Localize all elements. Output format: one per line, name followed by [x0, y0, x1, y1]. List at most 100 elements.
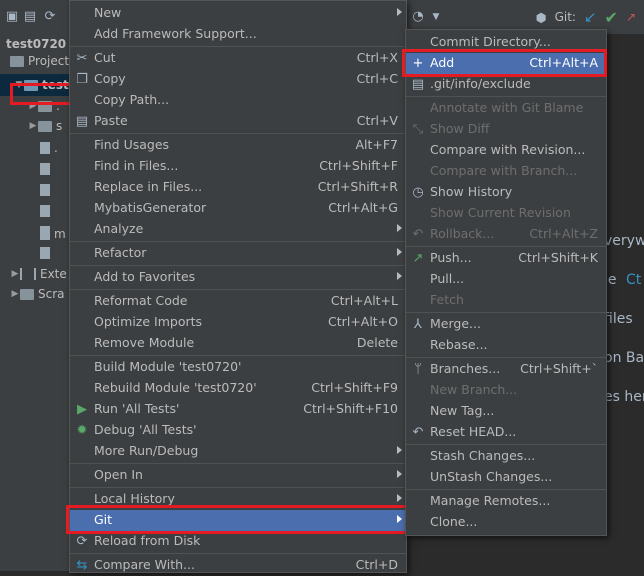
context-menu-item-compare-with[interactable]: ⇆ Compare With... Ctrl+D: [70, 555, 406, 576]
add-highlight-box: [402, 49, 607, 77]
menu-item-label: Debug 'All Tests': [94, 422, 197, 437]
context-menu-item-debug-all-tests[interactable]: ✹ Debug 'All Tests': [70, 420, 406, 441]
context-menu-item-reformat-code[interactable]: Reformat Code Ctrl+Alt+L: [70, 291, 406, 312]
save-icon[interactable]: ▤: [22, 9, 38, 25]
library-icon: [20, 268, 36, 280]
scissors-icon: ✂: [76, 50, 88, 66]
update-arrow-icon[interactable]: ↙: [584, 8, 597, 26]
menu-item-shortcut: Ctrl+Shift+F: [319, 158, 398, 173]
tree-item[interactable]: [0, 200, 70, 222]
context-menu-item-replace-in-files[interactable]: Replace in Files... Ctrl+Shift+R: [70, 177, 406, 198]
clock-icon: ◷: [412, 184, 424, 200]
context-menu-item-build-module-test0720[interactable]: Build Module 'test0720': [70, 357, 406, 378]
git-menu-item-reset-head[interactable]: ↶ Reset HEAD...: [406, 422, 606, 443]
menu-item-shortcut: Ctrl+V: [356, 113, 398, 128]
copy-icon: ❐: [76, 71, 88, 87]
context-menu-item-cut[interactable]: ✂ Cut Ctrl+X: [70, 48, 406, 69]
context-menu-item-mybatisgenerator[interactable]: MybatisGenerator Ctrl+Alt+G: [70, 198, 406, 219]
context-menu-item-new[interactable]: New: [70, 3, 406, 24]
menu-separator: [406, 489, 606, 490]
tree-item[interactable]: ▶ Scra: [0, 283, 70, 305]
editor-text: Ct: [626, 272, 642, 288]
git-menu-item-annotate-with-git-blame: Annotate with Git Blame: [406, 98, 606, 119]
menu-separator: [406, 312, 606, 313]
git-menu-item-push[interactable]: ↗ Push... Ctrl+Shift+K: [406, 248, 606, 269]
vcs-icon[interactable]: ⬢: [536, 10, 547, 25]
rollback-arrow-icon[interactable]: ↗: [626, 10, 636, 24]
context-menu-item-more-run-debug[interactable]: More Run/Debug: [70, 441, 406, 462]
chevron-right-icon[interactable]: ▶: [10, 289, 20, 299]
commit-check-icon[interactable]: ✔: [605, 8, 618, 27]
menu-item-shortcut: Ctrl+Shift+K: [518, 250, 598, 265]
submenu-arrow-icon: [397, 8, 402, 16]
menu-item-shortcut: Ctrl+Shift+R: [317, 179, 398, 194]
project-name[interactable]: test0720: [6, 37, 66, 51]
sync-icon[interactable]: ⟳: [42, 9, 58, 25]
project-view-header[interactable]: Project: [0, 50, 70, 72]
context-menu-item-copy[interactable]: ❐ Copy Ctrl+C: [70, 69, 406, 90]
context-menu-item-remove-module[interactable]: Remove Module Delete: [70, 333, 406, 354]
context-menu: New Add Framework Support... ✂ Cut Ctrl+X ❐ Co…: [69, 0, 407, 573]
context-menu-item-find-usages[interactable]: Find Usages Alt+F7: [70, 135, 406, 156]
git-menu-item-fetch: Fetch: [406, 290, 606, 311]
menu-item-label: Annotate with Git Blame: [430, 100, 584, 115]
git-toolbar: ⬢ Git: ↙ ✔ ↗: [536, 6, 644, 28]
git-menu-item-new-tag[interactable]: New Tag...: [406, 401, 606, 422]
merge-icon: ⅄: [414, 316, 422, 332]
git-menu-item-rebase[interactable]: Rebase...: [406, 335, 606, 356]
submenu-arrow-icon: [397, 446, 402, 454]
tree-item[interactable]: .: [0, 137, 70, 159]
menu-item-label: Compare With...: [94, 557, 195, 572]
push-icon: ↗: [412, 250, 424, 266]
context-menu-item-copy-path[interactable]: Copy Path...: [70, 90, 406, 111]
run-config-icon[interactable]: ◔: [410, 9, 426, 25]
menu-item-label: Commit Directory...: [430, 34, 551, 49]
git-menu-item-unstash-changes[interactable]: UnStash Changes...: [406, 467, 606, 488]
menu-item-label: Open In: [94, 467, 143, 482]
menu-item-label: Cut: [94, 50, 116, 65]
context-menu-item-paste[interactable]: ▤ Paste Ctrl+V: [70, 111, 406, 132]
tree-item[interactable]: [0, 242, 70, 264]
tree-item[interactable]: [0, 158, 70, 180]
git-menu-item-git-info-exclude[interactable]: ▤ .git/info/exclude: [406, 74, 606, 95]
menu-item-label: Find in Files...: [94, 158, 179, 173]
menu-item-label: UnStash Changes...: [430, 469, 553, 484]
chevron-down-icon[interactable]: ▼: [428, 9, 444, 25]
menu-item-label: Compare with Revision...: [430, 142, 586, 157]
git-menu-item-pull[interactable]: Pull...: [406, 269, 606, 290]
context-menu-item-run-all-tests[interactable]: ▶ Run 'All Tests' Ctrl+Shift+F10: [70, 399, 406, 420]
git-menu-item-branches[interactable]: ᛘ Branches... Ctrl+Shift+`: [406, 359, 606, 380]
git-menu-item-manage-remotes[interactable]: Manage Remotes...: [406, 491, 606, 512]
tree-item-label: .: [54, 141, 58, 155]
folder-icon[interactable]: ▣: [4, 9, 20, 25]
tree-item[interactable]: ▶ Exte: [0, 263, 70, 285]
menu-item-label: Merge...: [430, 316, 481, 331]
tree-item-label: s: [56, 119, 63, 133]
menu-item-label: Add to Favorites: [94, 269, 196, 284]
git-menu-item-clone[interactable]: Clone...: [406, 512, 606, 533]
tree-highlight-box: [10, 83, 76, 105]
menu-item-label: Add Framework Support...: [94, 26, 257, 41]
context-menu-item-reload-from-disk[interactable]: ⟳ Reload from Disk: [70, 531, 406, 552]
context-menu-item-add-framework-support[interactable]: Add Framework Support...: [70, 24, 406, 45]
menu-item-label: New Branch...: [430, 382, 518, 397]
menu-item-shortcut: Alt+F7: [355, 137, 398, 152]
context-menu-item-rebuild-module-test0720[interactable]: Rebuild Module 'test0720' Ctrl+Shift+F9: [70, 378, 406, 399]
context-menu-item-analyze[interactable]: Analyze: [70, 219, 406, 240]
menu-item-shortcut: Ctrl+D: [355, 557, 398, 572]
context-menu-item-refactor[interactable]: Refactor: [70, 243, 406, 264]
chevron-right-icon[interactable]: ▶: [28, 121, 38, 131]
folder-icon: [20, 288, 34, 300]
context-menu-item-find-in-files[interactable]: Find in Files... Ctrl+Shift+F: [70, 156, 406, 177]
context-menu-item-open-in[interactable]: Open In: [70, 465, 406, 486]
git-menu-item-show-history[interactable]: ◷ Show History: [406, 182, 606, 203]
git-menu-item-stash-changes[interactable]: Stash Changes...: [406, 446, 606, 467]
context-menu-item-add-to-favorites[interactable]: Add to Favorites: [70, 267, 406, 288]
git-menu-item-merge[interactable]: ⅄ Merge...: [406, 314, 606, 335]
git-menu-item-compare-with-revision[interactable]: Compare with Revision...: [406, 140, 606, 161]
chevron-right-icon[interactable]: ▶: [10, 269, 20, 279]
context-menu-item-optimize-imports[interactable]: Optimize Imports Ctrl+Alt+O: [70, 312, 406, 333]
tree-item[interactable]: ▶ s: [0, 115, 70, 137]
menu-item-label: Find Usages: [94, 137, 170, 152]
tree-item[interactable]: [0, 179, 70, 201]
